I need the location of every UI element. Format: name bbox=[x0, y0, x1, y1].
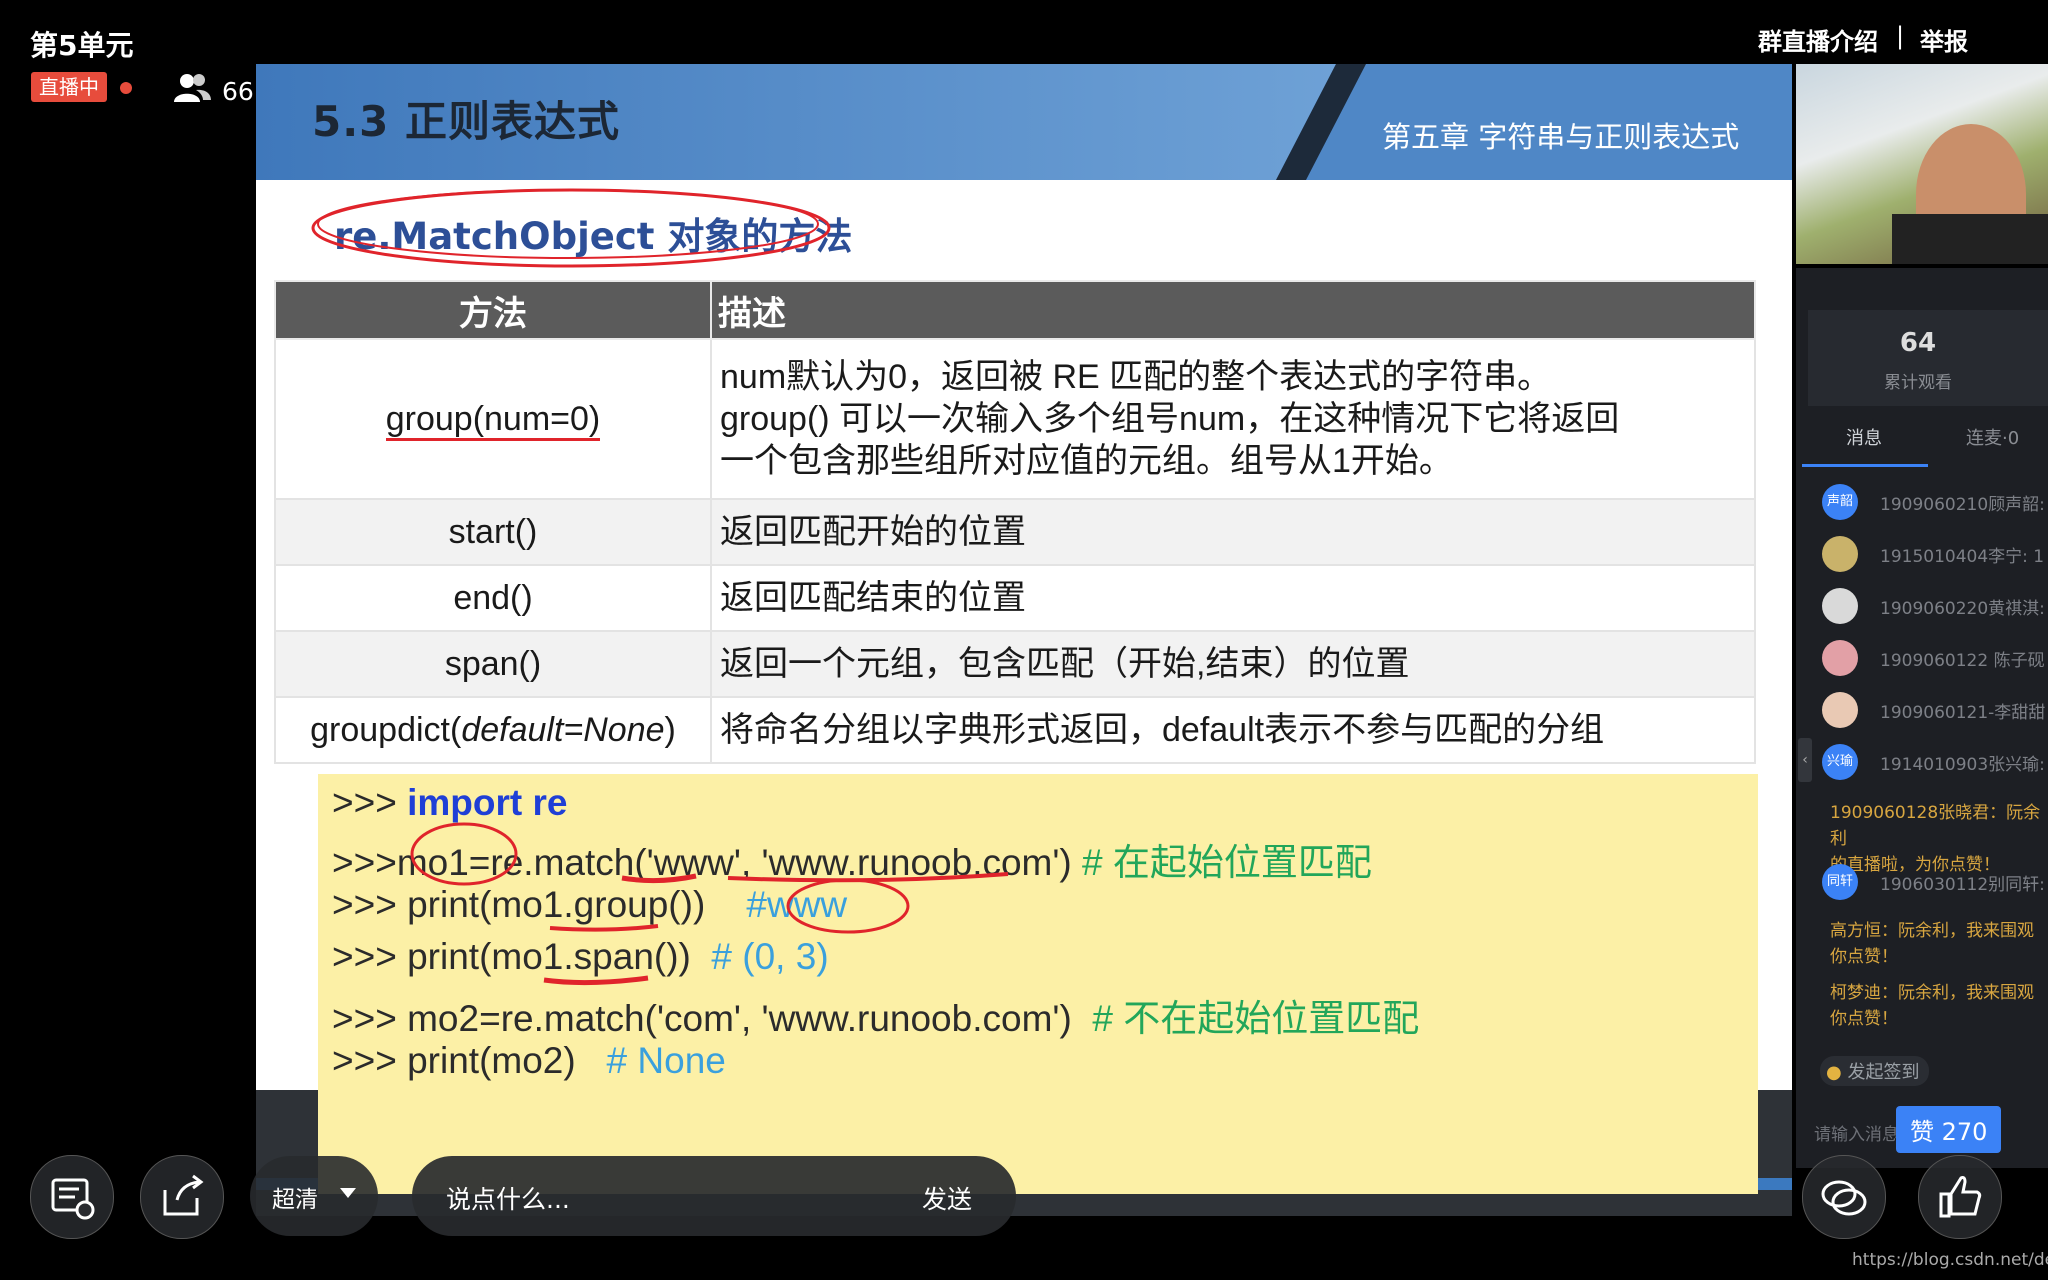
method-cell: span() bbox=[274, 630, 712, 698]
code-example: >>> import re >>>mo1=re.match('www', 'ww… bbox=[318, 774, 1758, 1194]
live-badge: 直播中 bbox=[31, 72, 107, 102]
share-icon bbox=[163, 1174, 204, 1216]
description-cell: 返回一个元组，包含匹配（开始,结束）的位置 bbox=[710, 630, 1756, 698]
avatar bbox=[1822, 588, 1858, 624]
system-message: 柯梦迪：阮余利，我来围观 你点赞！ bbox=[1830, 983, 2034, 1029]
chat-text: 1909060122 陈子砚 bbox=[1880, 651, 2045, 671]
avatar: 声韶 bbox=[1822, 484, 1858, 520]
chat-text: 1909060220黄祺淇: bbox=[1880, 599, 2045, 619]
active-tab-indicator bbox=[1802, 464, 1928, 467]
chat-text: 1914010903张兴瑜: bbox=[1880, 755, 2045, 775]
slide-title: 5.3 正则表达式 bbox=[312, 97, 621, 146]
avatar bbox=[1822, 536, 1858, 572]
description-cell: 返回匹配开始的位置 bbox=[710, 498, 1756, 566]
live-indicator-dot bbox=[120, 82, 132, 94]
chevron-down-icon[interactable] bbox=[340, 1188, 356, 1198]
description-cell: num默认为0，返回被 RE 匹配的整个表达式的字符串。 group() 可以一… bbox=[710, 338, 1756, 500]
share-button[interactable] bbox=[140, 1155, 224, 1239]
table-row: start() 返回匹配开始的位置 bbox=[274, 498, 1756, 566]
comment-input[interactable]: 说点什么... bbox=[446, 1180, 570, 1216]
tab-co-host[interactable]: 连麦·0 bbox=[1966, 424, 2019, 450]
checkin-icon: ● bbox=[1826, 1062, 1842, 1083]
avatar bbox=[1822, 692, 1858, 728]
method-cell: start() bbox=[274, 498, 712, 566]
method-cell: end() bbox=[274, 564, 712, 632]
notes-button[interactable] bbox=[30, 1155, 114, 1239]
checkin-button[interactable]: ● 发起签到 bbox=[1820, 1056, 1930, 1086]
description-cell: 返回匹配结束的位置 bbox=[710, 564, 1756, 632]
chat-message: 同轩 1906030112别同轩: bbox=[1822, 862, 2048, 902]
table-row: group(num=0) num默认为0，返回被 RE 匹配的整个表达式的字符串… bbox=[274, 338, 1756, 500]
chat-input[interactable]: 请输入消息 bbox=[1814, 1120, 1899, 1145]
quality-label[interactable]: 超清 bbox=[272, 1180, 318, 1214]
panel-collapse-chevron-icon[interactable]: ‹ bbox=[1798, 738, 1812, 782]
table-row: groupdict(default=None) 将命名分组以字典形式返回，def… bbox=[274, 696, 1756, 764]
thumbs-up-icon bbox=[1939, 1176, 1982, 1218]
chapter-label: 第五章 字符串与正则表达式 bbox=[1382, 120, 1740, 154]
avatar bbox=[1822, 640, 1858, 676]
column-header-method: 方法 bbox=[274, 280, 712, 340]
table-row: end() 返回匹配结束的位置 bbox=[274, 564, 1756, 632]
chat-bubble-icon bbox=[1821, 1180, 1867, 1216]
tab-messages[interactable]: 消息 bbox=[1846, 424, 1882, 450]
report-link[interactable]: 举报 bbox=[1920, 22, 1968, 57]
method-name: group(num=0) bbox=[385, 399, 601, 441]
description-line: group() 可以一次输入多个组号num，在这种情况下它将返回 bbox=[720, 400, 1620, 438]
column-header-description: 描述 bbox=[710, 280, 1756, 340]
chat-message: 1909060121-李甜甜 bbox=[1822, 690, 2048, 730]
table-header-row: 方法 描述 bbox=[274, 280, 1756, 340]
red-code-annotations bbox=[410, 822, 1009, 986]
method-table: 方法 描述 group(num=0) num默认为0，返回被 RE 匹配的整个表… bbox=[274, 280, 1756, 764]
slide-header: 5.3 正则表达式 第五章 字符串与正则表达式 bbox=[256, 64, 1792, 180]
total-views-label: 累计观看 bbox=[1884, 373, 1952, 393]
group-live-intro-link[interactable]: 群直播介绍 bbox=[1758, 22, 1878, 57]
system-message: 高方恒：阮余利，我来围观 你点赞！ bbox=[1830, 921, 2034, 967]
method-cell: group(num=0) bbox=[274, 338, 712, 500]
chat-text: 1906030112别同轩: bbox=[1880, 875, 2045, 895]
description-line: 一个包含那些组所对应值的元组。组号从1开始。 bbox=[720, 442, 1453, 480]
like-button[interactable] bbox=[1918, 1155, 2002, 1239]
chat-text: 1915010404李宁: 1 bbox=[1880, 547, 2045, 567]
avatar: 兴瑜 bbox=[1822, 744, 1858, 780]
chat-message: 1909060122 陈子砚 bbox=[1822, 638, 2048, 678]
watermark-url: https://blog.csdn.net/devvk bbox=[1852, 1250, 2048, 1270]
presentation-slide: 5.3 正则表达式 第五章 字符串与正则表达式 re.MatchObject 对… bbox=[256, 64, 1792, 1216]
like-count-button[interactable]: 赞 270 bbox=[1896, 1106, 2002, 1153]
chat-text: 1909060210顾声韶: bbox=[1880, 495, 2045, 515]
chat-message: 1915010404李宁: 1 bbox=[1822, 534, 2048, 574]
red-annotation-circle bbox=[311, 188, 831, 268]
method-cell: groupdict(default=None) bbox=[274, 696, 712, 764]
room-title: 第5单元 bbox=[30, 29, 134, 62]
avatar: 同轩 bbox=[1822, 864, 1858, 900]
notes-icon bbox=[51, 1178, 95, 1220]
header-divider: | bbox=[1896, 22, 1905, 50]
send-button[interactable]: 发送 bbox=[922, 1180, 972, 1216]
chat-bubble-button[interactable] bbox=[1802, 1155, 1886, 1239]
description-cell: 将命名分组以字典形式返回，default表示不参与匹配的分组 bbox=[710, 696, 1756, 764]
chat-message: 1909060220黄祺淇: bbox=[1822, 586, 2048, 626]
presenter-webcam bbox=[1796, 64, 2048, 264]
chat-message: 兴瑜 1914010903张兴瑜: bbox=[1822, 742, 2048, 782]
total-views-count: 64 bbox=[1899, 328, 1937, 358]
chat-text: 1909060121-李甜甜 bbox=[1880, 703, 2046, 723]
viewers-icon bbox=[174, 74, 211, 102]
chat-message: 声韶 1909060210顾声韶: bbox=[1822, 482, 2048, 522]
description-line: num默认为0，返回被 RE 匹配的整个表达式的字符串。 bbox=[720, 358, 1552, 396]
table-row: span() 返回一个元组，包含匹配（开始,结束）的位置 bbox=[274, 630, 1756, 698]
